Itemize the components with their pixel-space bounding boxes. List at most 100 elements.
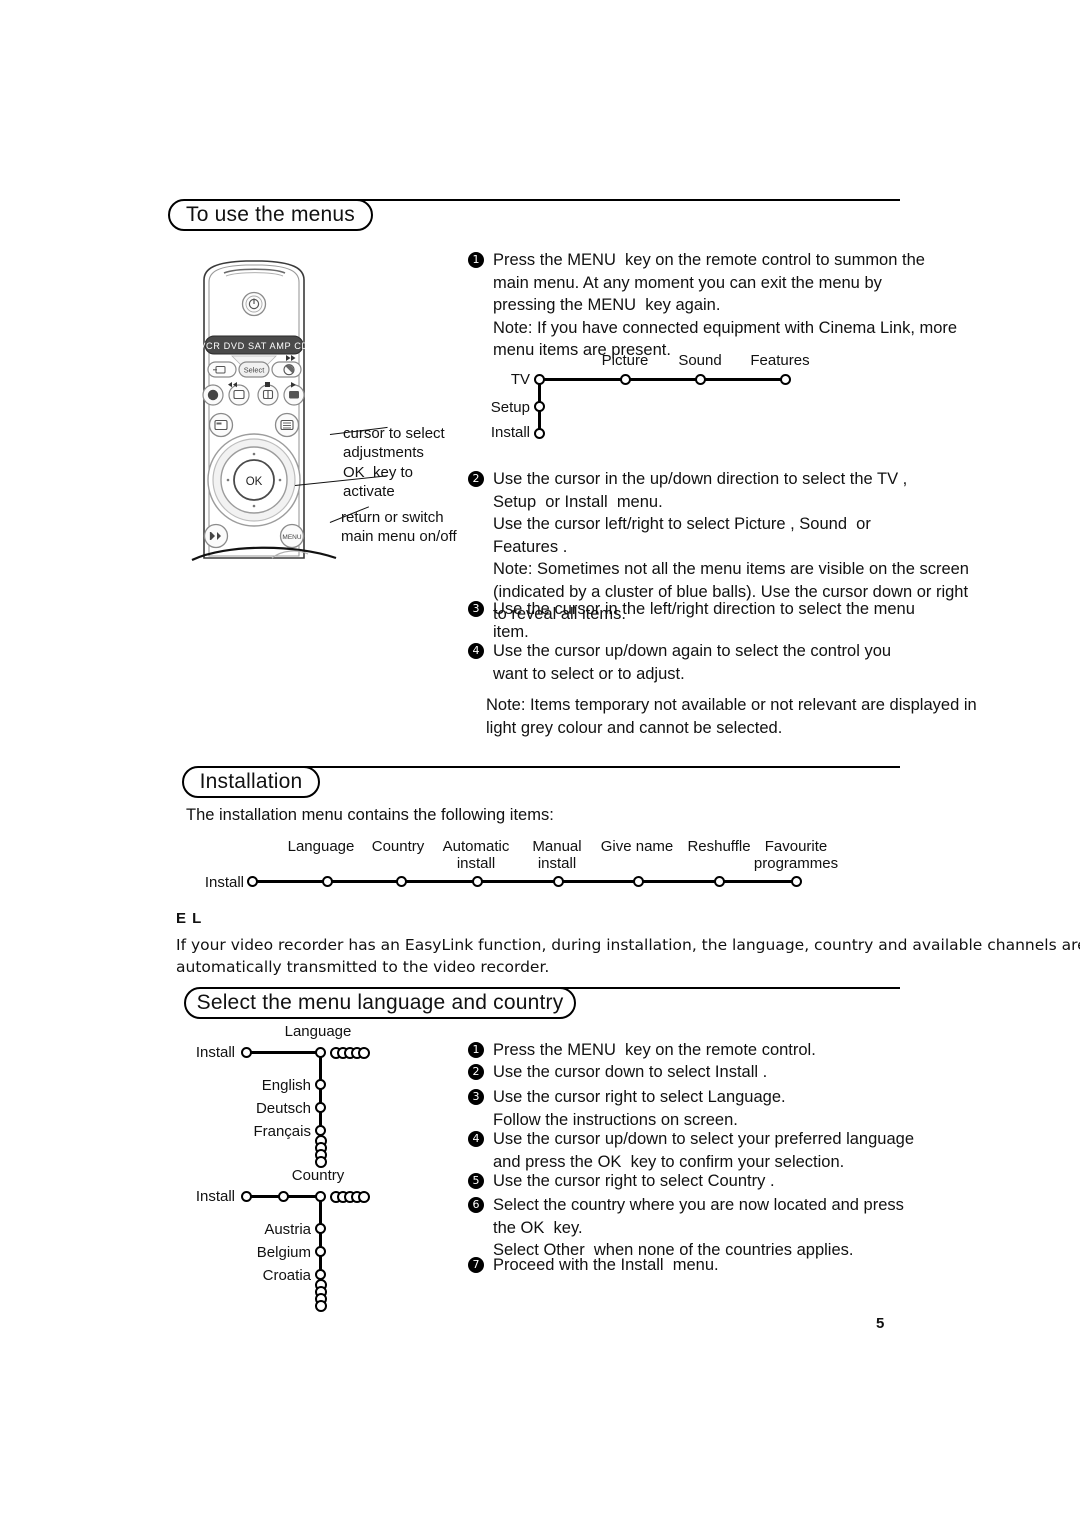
tree-node-sound — [695, 374, 706, 385]
section2-rule — [250, 766, 900, 768]
install-tree-root: Install — [204, 874, 244, 891]
language-tree-hline — [246, 1051, 321, 1054]
section1-final-note: Note: Items temporary not available or n… — [486, 696, 977, 737]
language-tree-label-francais: Français — [253, 1123, 311, 1140]
step-number: 7 — [468, 1257, 484, 1273]
language-tree-node-root — [241, 1047, 252, 1058]
section3-rule — [560, 987, 900, 989]
section2-intro: The installation menu contains the follo… — [186, 806, 554, 824]
step-3-6: 6 Select the country where you are now l… — [468, 1194, 904, 1262]
country-tree-node-austria — [315, 1223, 326, 1234]
language-tree-branch: Language — [284, 1023, 352, 1040]
install-tree-node-reshuffle — [714, 876, 725, 887]
step-3-2: 2 Use the cursor down to select Install … — [468, 1061, 767, 1084]
language-tree-node-english — [315, 1079, 326, 1090]
section2-title: Installation — [199, 770, 303, 793]
step-text: Use the cursor up/down again to select t… — [493, 642, 892, 683]
tree-node-install — [534, 428, 545, 439]
step-3-4: 4 Use the cursor up/down to select your … — [468, 1128, 914, 1173]
step-1-3: 3 Use the cursor in the left/right direc… — [468, 598, 915, 643]
step-number: 1 — [468, 252, 484, 268]
step-3-3: 3 Use the cursor right to select Languag… — [468, 1086, 786, 1131]
country-tree-node-branch — [315, 1191, 326, 1202]
country-tree-label-croatia: Croatia — [262, 1267, 311, 1284]
tree-label-sound: Sound — [678, 352, 722, 369]
step-text: Proceed with the Install menu. — [493, 1256, 719, 1274]
section3-title: Select the menu language and country — [196, 991, 564, 1014]
section1-title: To use the menus — [186, 203, 355, 226]
step-3-1: 1 Press the MENU key on the remote contr… — [468, 1039, 816, 1062]
step-text: Press the MENU key on the remote control… — [493, 1041, 816, 1059]
easylink-heading: E L — [176, 910, 203, 927]
tree-hline — [539, 378, 785, 381]
install-tree-node-favourite — [791, 876, 802, 887]
install-tree-node-country — [396, 876, 407, 887]
step-1-4: 4 Use the cursor up/down again to select… — [468, 640, 891, 685]
install-tree-label-language: Language — [287, 838, 355, 855]
step-text: Use the cursor up/down to select your pr… — [493, 1130, 914, 1171]
svg-text:Select: Select — [244, 366, 265, 375]
install-tree-node-root — [247, 876, 258, 887]
tv-menu-tree: TV Setup Install Picture Sound Features — [490, 352, 830, 448]
install-tree-label-reshuffle: Reshuffle — [687, 838, 751, 855]
language-tree-node-deutsch — [315, 1102, 326, 1113]
tree-label-picture: Picture — [601, 352, 649, 369]
country-tree-node-root — [241, 1191, 252, 1202]
step-number: 4 — [468, 1131, 484, 1147]
step-1-1: 1 Press the MENU key on the remote contr… — [468, 249, 957, 362]
step-text: Use the cursor down to select Install . — [493, 1063, 768, 1081]
step-text: Use the cursor right to select Country . — [493, 1172, 775, 1190]
step-number: 6 — [468, 1197, 484, 1213]
language-tree-root: Install — [195, 1044, 235, 1061]
step-number: 3 — [468, 601, 484, 617]
country-tree-branch: Country — [291, 1167, 345, 1184]
language-tree-node-branch — [315, 1047, 326, 1058]
tree-node-setup — [534, 401, 545, 412]
step-number: 2 — [468, 471, 484, 487]
section3-heading: Select the menu language and country — [184, 987, 576, 1019]
tree-label-setup: Setup — [490, 399, 530, 416]
tree-node-features — [780, 374, 791, 385]
remote-menu-label: MENU — [282, 534, 301, 541]
step-3-7: 7 Proceed with the Install menu. — [468, 1254, 719, 1277]
section2-heading: Installation — [182, 766, 320, 798]
tree-label-tv: TV — [510, 371, 530, 388]
install-tree-node-manual — [553, 876, 564, 887]
language-tree-label-english: English — [261, 1077, 311, 1094]
install-tree-label-favourite-programmes: Favourite programmes — [753, 838, 839, 872]
tree-label-features: Features — [750, 352, 810, 369]
page-number: 5 — [876, 1315, 885, 1332]
install-tree-node-give-name — [633, 876, 644, 887]
step-text: Use the cursor in the left/right directi… — [493, 600, 915, 641]
manual-page: To use the menus VCR DVD SAT AMP CD Sele… — [0, 0, 1080, 1528]
country-tree-label-belgium: Belgium — [256, 1244, 311, 1261]
tree-label-install: Install — [490, 424, 530, 441]
install-tree-label-manual-install: Manual install — [532, 838, 582, 872]
install-tree-node-automatic — [472, 876, 483, 887]
install-tree-node-language — [322, 876, 333, 887]
step-text: Use the cursor right to select Language.… — [493, 1088, 786, 1129]
remote-mode-bar: VCR DVD SAT AMP CD — [199, 341, 308, 351]
install-tree-label-automatic-install: Automatic install — [442, 838, 510, 872]
install-tree-label-give-name: Give name — [600, 838, 674, 855]
section1-heading: To use the menus — [168, 199, 373, 231]
install-tree-label-country: Country — [371, 838, 425, 855]
callout-cursor: cursor to select adjustments — [343, 425, 445, 461]
country-tree-label-austria: Austria — [264, 1221, 311, 1238]
callout-menu: return or switch main menu on/off — [341, 509, 457, 545]
remote-ok-label: OK — [246, 476, 263, 488]
tree-node-tv — [534, 374, 545, 385]
tree-node-picture — [620, 374, 631, 385]
step-number: 4 — [468, 643, 484, 659]
language-tree: Install Language English Deutsch Françai… — [180, 1022, 400, 1172]
step-number: 2 — [468, 1064, 484, 1080]
easylink-text: If your video recorder has an EasyLink f… — [176, 936, 1080, 976]
step-number: 3 — [468, 1089, 484, 1105]
country-tree-root: Install — [195, 1188, 235, 1205]
step-number: 1 — [468, 1042, 484, 1058]
step-3-5: 5 Use the cursor right to select Country… — [468, 1170, 775, 1193]
step-text: Select the country where you are now loc… — [493, 1196, 904, 1259]
step-text: Press the MENU key on the remote control… — [493, 251, 958, 359]
country-tree: Install Country Austria Belgium Croatia — [180, 1166, 400, 1316]
callout-ok: OK key to activate — [343, 464, 414, 500]
